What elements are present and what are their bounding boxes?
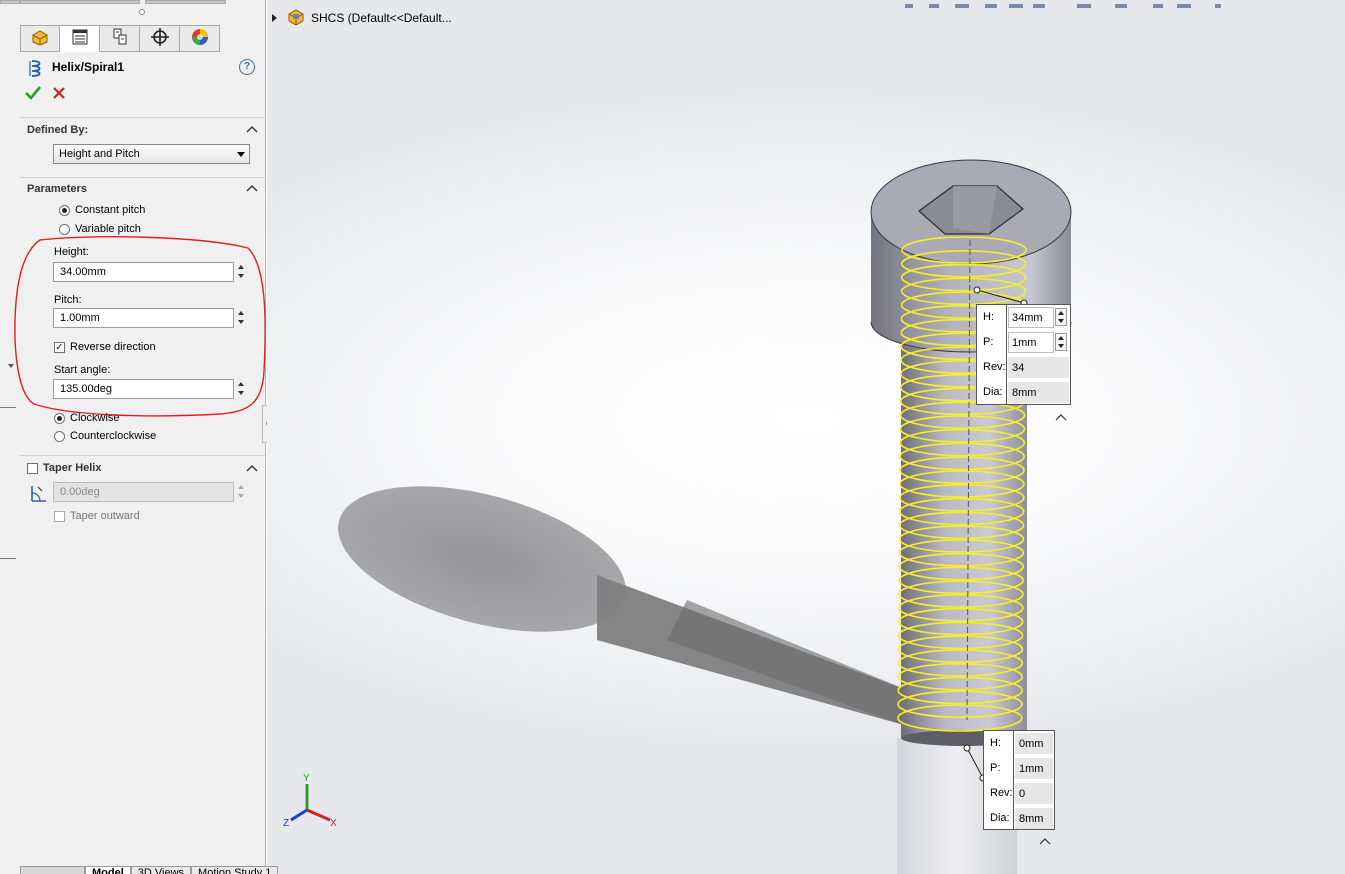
callout-label: P: (983, 336, 994, 348)
graphics-area[interactable]: Y X Z H: 34mm P: 1mm Rev: 34 Dia: 8mm H: 0mm P: 1m… (267, 0, 1345, 874)
callout-collapse-icon[interactable] (1055, 414, 1067, 421)
tab-scroll-buttons[interactable] (20, 866, 85, 874)
section-divider (20, 455, 266, 456)
callout-value: 0mm (1015, 733, 1053, 754)
callout-label: P: (990, 762, 1001, 774)
bottom-tab-bar: Model 3D Views Motion Study 1 (20, 866, 279, 874)
callout-spinner[interactable] (1055, 308, 1067, 326)
callout-label: H: (983, 311, 994, 323)
triad-y-label: Y (303, 773, 310, 784)
coordinate-triad: Y X Z (283, 773, 337, 829)
callout-row: H: 34mm (977, 305, 1070, 330)
callout-value[interactable]: 34mm (1008, 307, 1054, 328)
red-annotation-loop (14, 236, 266, 417)
callout-row: Rev: 0 (984, 781, 1054, 806)
callout-label: Rev: (983, 361, 1006, 373)
taper-helix-checkbox[interactable]: Taper Helix (27, 462, 102, 474)
callout-value: 34 (1008, 357, 1069, 378)
heads-up-toolbar[interactable] (897, 0, 1227, 8)
callout-row: Dia: 8mm (977, 380, 1070, 405)
callout-row: P: 1mm (977, 330, 1070, 355)
taper-outward-checkbox[interactable]: Taper outward (54, 510, 140, 522)
taper-angle-value: 0.00deg (60, 486, 100, 498)
collapse-chevron-icon[interactable] (245, 463, 259, 473)
callout-row: H: 0mm (984, 731, 1054, 756)
checkbox[interactable] (54, 510, 65, 522)
expand-arrow-icon[interactable] (272, 14, 277, 22)
taper-angle-spinner[interactable] (235, 482, 248, 502)
taper-outward-label: Taper outward (70, 510, 140, 522)
callout-value[interactable]: 1mm (1008, 332, 1054, 353)
tab-3d-views[interactable]: 3D Views (130, 866, 192, 874)
part-icon (287, 8, 305, 29)
helix-end-callout[interactable]: H: 0mm P: 1mm Rev: 0 Dia: 8mm (983, 730, 1055, 830)
callout-value: 1mm (1015, 758, 1053, 779)
callout-row: Rev: 34 (977, 355, 1070, 380)
triad-z-label: Z (283, 818, 289, 829)
tab-motion-study[interactable]: Motion Study 1 (191, 866, 279, 874)
counterclockwise-label: Counterclockwise (70, 430, 157, 442)
callout-label: Rev: (990, 787, 1013, 799)
callout-value: 0 (1015, 783, 1053, 804)
part-name[interactable]: SHCS (Default<<Default... (311, 11, 452, 25)
helix-start-callout[interactable]: H: 34mm P: 1mm Rev: 34 Dia: 8mm (976, 304, 1071, 405)
callout-row: P: 1mm (984, 756, 1054, 781)
feature-tree-flyout[interactable]: SHCS (Default<<Default... (272, 8, 452, 28)
radio-button[interactable] (54, 430, 65, 442)
callout-value: 8mm (1015, 808, 1053, 829)
triad-x-label: X (330, 818, 337, 829)
3d-model-view[interactable]: Y X Z (267, 0, 1345, 874)
callout-label: Dia: (983, 386, 1003, 398)
callout-row: Dia: 8mm (984, 806, 1054, 831)
callout-spinner[interactable] (1055, 333, 1067, 351)
counterclockwise-radio[interactable]: Counterclockwise (54, 430, 156, 442)
annotation-overlay (14, 236, 266, 417)
bolt-shadow (338, 486, 922, 730)
callout-value: 8mm (1008, 382, 1069, 403)
edge-marker (0, 558, 16, 559)
checkbox[interactable] (27, 462, 38, 474)
taper-angle-icon (28, 483, 48, 506)
taper-helix-title: Taper Helix (43, 462, 102, 474)
callout-label: Dia: (990, 812, 1010, 824)
tab-model[interactable]: Model (85, 866, 131, 874)
callout-label: H: (990, 737, 1001, 749)
taper-angle-input[interactable]: 0.00deg (53, 482, 234, 502)
callout-collapse-icon[interactable] (1039, 838, 1051, 845)
